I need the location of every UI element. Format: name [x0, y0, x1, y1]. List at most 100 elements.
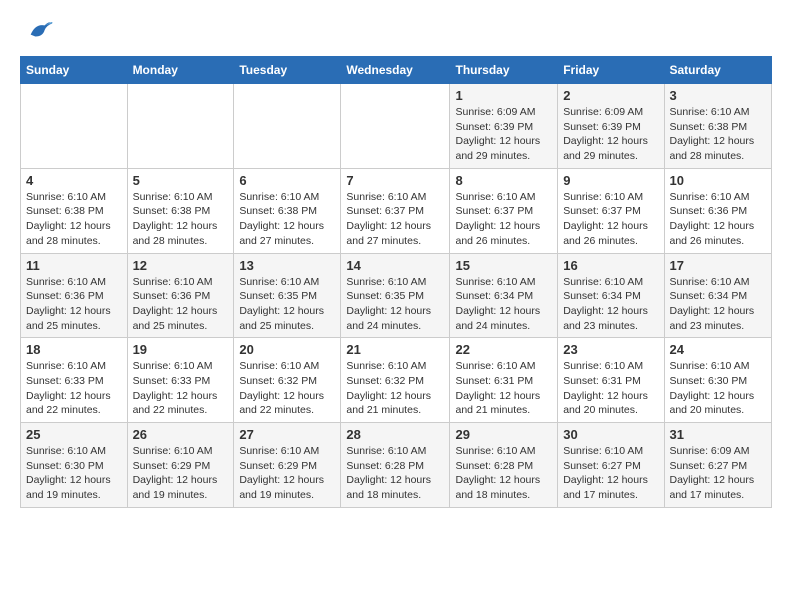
logo [20, 16, 54, 44]
day-number: 22 [455, 342, 552, 357]
day-number: 7 [346, 173, 444, 188]
day-info: Sunrise: 6:10 AM Sunset: 6:38 PM Dayligh… [133, 190, 229, 249]
calendar-cell: 10 Sunrise: 6:10 AM Sunset: 6:36 PM Dayli… [664, 168, 772, 253]
calendar-cell [127, 84, 234, 169]
day-number: 8 [455, 173, 552, 188]
weekday-header-monday: Monday [127, 57, 234, 84]
day-info: Sunrise: 6:09 AM Sunset: 6:39 PM Dayligh… [563, 105, 658, 164]
calendar-cell: 31Sunrise: 6:09 AM Sunset: 6:27 PM Dayli… [664, 423, 772, 508]
day-info: Sunrise: 6:10 AM Sunset: 6:36 PM Dayligh… [670, 190, 767, 249]
calendar-cell: 23 Sunrise: 6:10 AM Sunset: 6:31 PM Dayli… [558, 338, 664, 423]
weekday-header-friday: Friday [558, 57, 664, 84]
calendar-cell: 14 Sunrise: 6:10 AM Sunset: 6:35 PM Dayli… [341, 253, 450, 338]
day-number: 4 [26, 173, 122, 188]
calendar-cell: 8 Sunrise: 6:10 AM Sunset: 6:37 PM Daylig… [450, 168, 558, 253]
calendar-cell: 22 Sunrise: 6:10 AM Sunset: 6:31 PM Dayli… [450, 338, 558, 423]
day-number: 11 [26, 258, 122, 273]
day-number: 25 [26, 427, 122, 442]
day-number: 30 [563, 427, 658, 442]
calendar-week-row: 11 Sunrise: 6:10 AM Sunset: 6:36 PM Dayli… [21, 253, 772, 338]
calendar-header-row: SundayMondayTuesdayWednesdayThursdayFrid… [21, 57, 772, 84]
calendar-cell: 30 Sunrise: 6:10 AM Sunset: 6:27 PM Dayli… [558, 423, 664, 508]
calendar-cell: 21 Sunrise: 6:10 AM Sunset: 6:32 PM Dayli… [341, 338, 450, 423]
day-info: Sunrise: 6:10 AM Sunset: 6:34 PM Dayligh… [563, 275, 658, 334]
page-header [20, 16, 772, 44]
day-number: 5 [133, 173, 229, 188]
page-container: SundayMondayTuesdayWednesdayThursdayFrid… [0, 0, 792, 524]
calendar-week-row: 25Sunrise: 6:10 AM Sunset: 6:30 PM Dayli… [21, 423, 772, 508]
calendar-cell: 11 Sunrise: 6:10 AM Sunset: 6:36 PM Dayli… [21, 253, 128, 338]
logo-bird-icon [26, 16, 54, 44]
calendar-cell: 15Sunrise: 6:10 AM Sunset: 6:34 PM Dayli… [450, 253, 558, 338]
day-number: 27 [239, 427, 335, 442]
day-info: Sunrise: 6:10 AM Sunset: 6:35 PM Dayligh… [346, 275, 444, 334]
day-info: Sunrise: 6:10 AM Sunset: 6:37 PM Dayligh… [455, 190, 552, 249]
day-number: 28 [346, 427, 444, 442]
day-info: Sunrise: 6:10 AM Sunset: 6:38 PM Dayligh… [26, 190, 122, 249]
weekday-header-thursday: Thursday [450, 57, 558, 84]
day-info: Sunrise: 6:10 AM Sunset: 6:37 PM Dayligh… [346, 190, 444, 249]
day-number: 23 [563, 342, 658, 357]
day-info: Sunrise: 6:10 AM Sunset: 6:33 PM Dayligh… [26, 359, 122, 418]
day-number: 9 [563, 173, 658, 188]
calendar-cell: 27Sunrise: 6:10 AM Sunset: 6:29 PM Dayli… [234, 423, 341, 508]
calendar-cell: 16 Sunrise: 6:10 AM Sunset: 6:34 PM Dayli… [558, 253, 664, 338]
day-info: Sunrise: 6:10 AM Sunset: 6:38 PM Dayligh… [670, 105, 767, 164]
calendar-cell: 28 Sunrise: 6:10 AM Sunset: 6:28 PM Dayli… [341, 423, 450, 508]
weekday-header-saturday: Saturday [664, 57, 772, 84]
day-number: 2 [563, 88, 658, 103]
day-number: 24 [670, 342, 767, 357]
day-info: Sunrise: 6:10 AM Sunset: 6:31 PM Dayligh… [455, 359, 552, 418]
calendar-week-row: 4 Sunrise: 6:10 AM Sunset: 6:38 PM Daylig… [21, 168, 772, 253]
day-info: Sunrise: 6:10 AM Sunset: 6:30 PM Dayligh… [670, 359, 767, 418]
day-number: 14 [346, 258, 444, 273]
calendar-cell: 13Sunrise: 6:10 AM Sunset: 6:35 PM Dayli… [234, 253, 341, 338]
day-number: 31 [670, 427, 767, 442]
day-info: Sunrise: 6:10 AM Sunset: 6:31 PM Dayligh… [563, 359, 658, 418]
day-info: Sunrise: 6:10 AM Sunset: 6:32 PM Dayligh… [346, 359, 444, 418]
day-info: Sunrise: 6:10 AM Sunset: 6:28 PM Dayligh… [455, 444, 552, 503]
day-number: 1 [455, 88, 552, 103]
calendar-week-row: 18 Sunrise: 6:10 AM Sunset: 6:33 PM Dayli… [21, 338, 772, 423]
calendar-cell: 7 Sunrise: 6:10 AM Sunset: 6:37 PM Daylig… [341, 168, 450, 253]
day-number: 17 [670, 258, 767, 273]
day-info: Sunrise: 6:10 AM Sunset: 6:32 PM Dayligh… [239, 359, 335, 418]
calendar-cell: 18 Sunrise: 6:10 AM Sunset: 6:33 PM Dayli… [21, 338, 128, 423]
day-number: 12 [133, 258, 229, 273]
calendar-cell: 20 Sunrise: 6:10 AM Sunset: 6:32 PM Dayli… [234, 338, 341, 423]
calendar-cell: 1 Sunrise: 6:09 AM Sunset: 6:39 PM Daylig… [450, 84, 558, 169]
day-number: 20 [239, 342, 335, 357]
day-number: 26 [133, 427, 229, 442]
calendar-cell [341, 84, 450, 169]
day-number: 6 [239, 173, 335, 188]
weekday-header-wednesday: Wednesday [341, 57, 450, 84]
calendar-cell: 29 Sunrise: 6:10 AM Sunset: 6:28 PM Dayli… [450, 423, 558, 508]
calendar-cell: 17Sunrise: 6:10 AM Sunset: 6:34 PM Dayli… [664, 253, 772, 338]
calendar-week-row: 1 Sunrise: 6:09 AM Sunset: 6:39 PM Daylig… [21, 84, 772, 169]
calendar-cell: 12Sunrise: 6:10 AM Sunset: 6:36 PM Dayli… [127, 253, 234, 338]
calendar-cell: 25Sunrise: 6:10 AM Sunset: 6:30 PM Dayli… [21, 423, 128, 508]
calendar-cell: 26Sunrise: 6:10 AM Sunset: 6:29 PM Dayli… [127, 423, 234, 508]
calendar-cell [234, 84, 341, 169]
calendar-cell: 3 Sunrise: 6:10 AM Sunset: 6:38 PM Daylig… [664, 84, 772, 169]
calendar-table: SundayMondayTuesdayWednesdayThursdayFrid… [20, 56, 772, 508]
day-info: Sunrise: 6:09 AM Sunset: 6:39 PM Dayligh… [455, 105, 552, 164]
day-info: Sunrise: 6:10 AM Sunset: 6:37 PM Dayligh… [563, 190, 658, 249]
calendar-cell [21, 84, 128, 169]
day-number: 18 [26, 342, 122, 357]
day-number: 16 [563, 258, 658, 273]
day-number: 10 [670, 173, 767, 188]
day-number: 21 [346, 342, 444, 357]
calendar-cell: 9 Sunrise: 6:10 AM Sunset: 6:37 PM Daylig… [558, 168, 664, 253]
day-info: Sunrise: 6:10 AM Sunset: 6:38 PM Dayligh… [239, 190, 335, 249]
day-number: 3 [670, 88, 767, 103]
day-number: 29 [455, 427, 552, 442]
day-info: Sunrise: 6:10 AM Sunset: 6:28 PM Dayligh… [346, 444, 444, 503]
day-info: Sunrise: 6:10 AM Sunset: 6:27 PM Dayligh… [563, 444, 658, 503]
day-info: Sunrise: 6:10 AM Sunset: 6:33 PM Dayligh… [133, 359, 229, 418]
calendar-cell: 2 Sunrise: 6:09 AM Sunset: 6:39 PM Daylig… [558, 84, 664, 169]
weekday-header-tuesday: Tuesday [234, 57, 341, 84]
day-info: Sunrise: 6:10 AM Sunset: 6:36 PM Dayligh… [26, 275, 122, 334]
calendar-cell: 24 Sunrise: 6:10 AM Sunset: 6:30 PM Dayli… [664, 338, 772, 423]
day-number: 13 [239, 258, 335, 273]
